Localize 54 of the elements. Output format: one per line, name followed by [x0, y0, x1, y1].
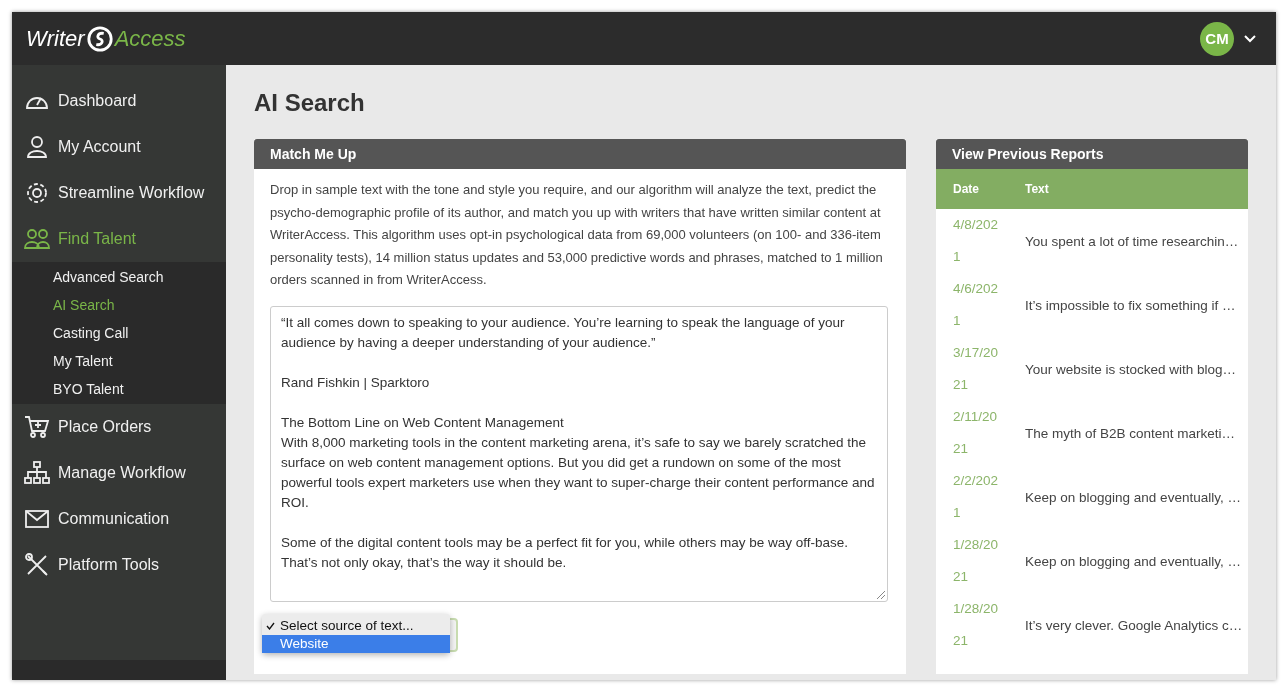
logo-text: Writer — [26, 25, 85, 52]
nav-item[interactable]: Streamline Workflow — [12, 170, 226, 216]
sample-text: “It all comes down to speaking to your audience. You’re learning to speak the language of your audience by having a deeper understanding of your audience.” — [281, 313, 846, 352]
page-title: AI Search — [254, 89, 366, 117]
nav-item[interactable]: Place Orders — [12, 404, 226, 450]
card-header: Match Me Up — [254, 139, 906, 169]
cart-icon — [24, 414, 50, 440]
date-cell-text: 1/28/2021 — [952, 600, 1000, 650]
report-text-cell[interactable]: It’s impossible to fix something if … — [1025, 297, 1248, 313]
submenu-item[interactable]: Advanced Search — [12, 263, 226, 291]
report-text-cell[interactable]: Keep on blogging and eventually, … — [1025, 553, 1251, 569]
submenu-item[interactable]: Casting Call — [12, 319, 226, 347]
sample-text-field[interactable] — [270, 305, 888, 602]
tools-icon — [24, 552, 50, 578]
column-header: Text — [1025, 182, 1050, 196]
date-cell-text: 3/17/2021 — [952, 344, 1000, 394]
date-cell-text: 2/2/2021 — [952, 472, 1000, 522]
report-text-cell[interactable]: You spent a lot of time researchin… — [1025, 233, 1249, 249]
description-text: Drop in sample text with the tone and style you require, and our algorithm will analyze the text, predict the psycho-demographic profile of its author, and match you up with writers that have written similar content at WriterAccess. This algorithm uses opt-in psychological data from 69,000 volunteers (on 100- and 336-item personality tests), 14 million status updates and 53,000 predictive words and phrases, matched to 1 million orders scanned in from WriterAccess. — [270, 181, 884, 289]
sample-text: Rand Fishkin | Sparktoro — [281, 373, 431, 392]
submenu-item[interactable]: BYO Talent — [12, 375, 226, 403]
resize-grip-icon — [877, 590, 885, 599]
card-header: View Previous Reports — [936, 139, 1248, 169]
nav-item[interactable]: My Account — [12, 124, 226, 170]
sample-text: With 8,000 marketing tools in the content marketing arena, it’s safe to say we barely scratched the surface on web content management options. But you did get a rundown on some of the most powerful tools expert marketers use when they want to super-charge their content performance and ROI. — [281, 433, 876, 512]
logo[interactable]: Writer Access — [26, 24, 186, 53]
date-cell-text: 2/11/2021 — [952, 408, 999, 458]
dropdown-option[interactable]: Select source of text... — [262, 616, 450, 635]
nav-item[interactable]: Manage Workflow — [12, 450, 226, 496]
submenu-item[interactable]: My Talent — [12, 347, 226, 375]
report-text-cell[interactable]: It’s very clever. Google Analytics c… — [1025, 617, 1253, 633]
hierarchy-icon — [24, 460, 50, 486]
checkmark-icon — [266, 621, 275, 630]
logo-icon — [85, 24, 114, 53]
sample-text: The Bottom Line on Web Content Management — [281, 413, 565, 432]
nav-item[interactable]: Dashboard — [12, 78, 226, 124]
date-cell-text: 4/8/2021 — [952, 216, 1000, 266]
logo-text: Access — [114, 25, 186, 52]
chevron-down-icon[interactable] — [1244, 34, 1256, 43]
report-text-cell[interactable]: Keep on blogging and eventually, … — [1025, 489, 1251, 505]
nav-item[interactable]: Platform Tools — [12, 542, 226, 588]
report-text-cell[interactable]: The myth of B2B content marketi… — [1025, 425, 1248, 441]
nav-item[interactable]: Communication — [12, 496, 226, 542]
user-icon — [24, 134, 50, 160]
sample-text: Some of the digital content tools may be a perfect fit for you, while others may be way off-base. That’s not only okay, that’s the way it should be. — [281, 533, 850, 572]
users-icon — [24, 226, 50, 252]
date-cell-text: 4/6/2021 — [952, 280, 1000, 330]
submenu-item[interactable]: AI Search — [12, 291, 226, 319]
nav-item[interactable]: Find Talent — [12, 216, 226, 262]
date-cell-text: 1/28/2021 — [952, 536, 1000, 586]
column-header: Date — [952, 182, 980, 196]
dropdown-option[interactable]: Website — [262, 634, 450, 653]
report-text-cell[interactable]: Your website is stocked with blog… — [1025, 361, 1248, 377]
gear-icon — [24, 180, 50, 206]
